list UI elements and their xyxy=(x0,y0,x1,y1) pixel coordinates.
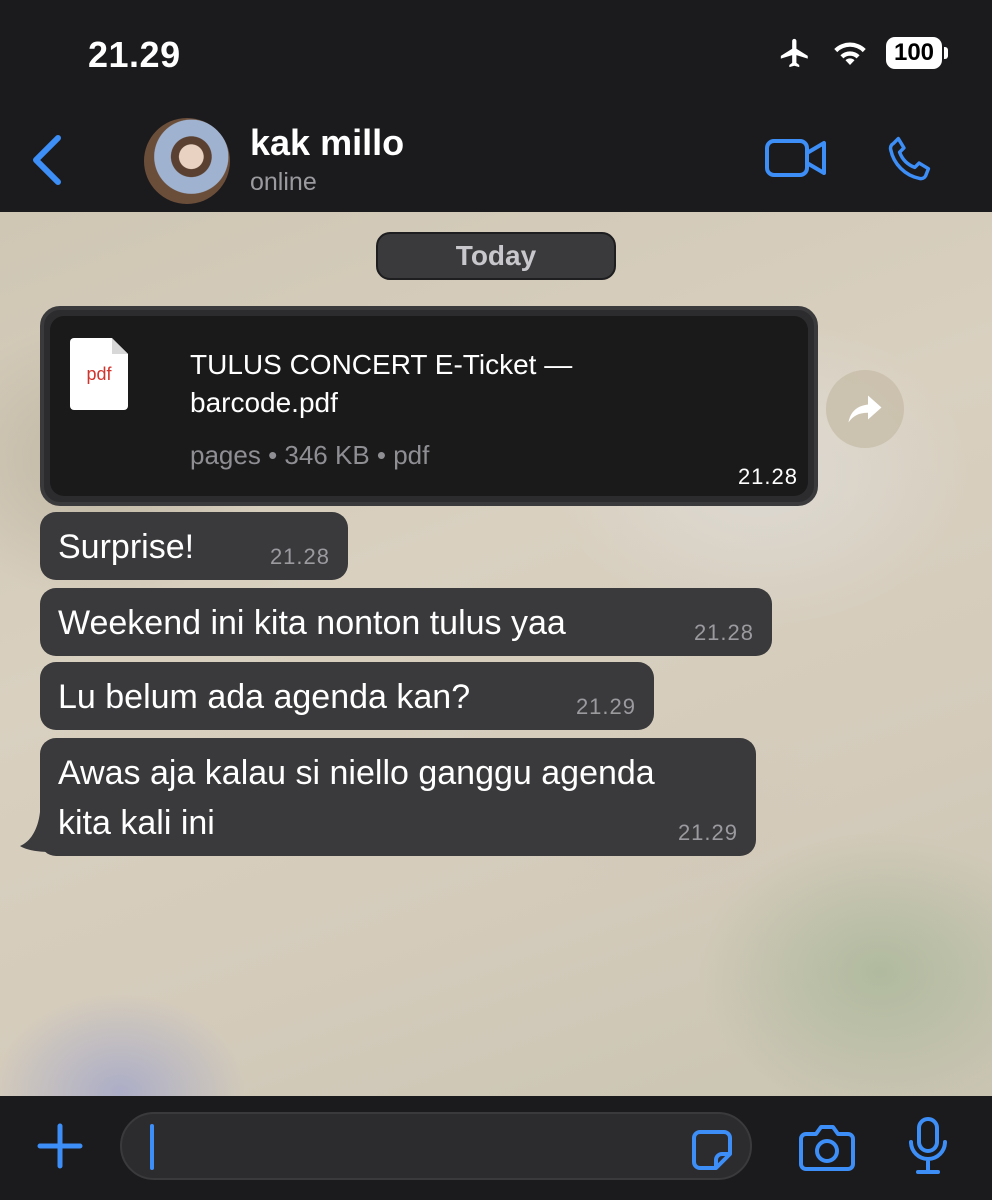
chevron-left-icon[interactable] xyxy=(28,132,68,188)
microphone-icon[interactable] xyxy=(906,1116,950,1176)
message-time: 21.29 xyxy=(677,820,738,845)
avatar[interactable] xyxy=(144,118,230,204)
forward-button[interactable] xyxy=(826,370,904,448)
file-meta: pages • 346 KB • pdf xyxy=(190,440,430,470)
text-cursor xyxy=(150,1124,154,1170)
status-icons: 100 xyxy=(776,36,948,70)
file-message-bubble[interactable]: pdf TULUS CONCERT E-Ticket — barcode.pdf… xyxy=(40,306,818,506)
message-text: Weekend ini kita nonton tulus yaa xyxy=(58,604,566,642)
file-name-line1: TULUS CONCERT E-Ticket — xyxy=(190,349,573,380)
plus-icon[interactable] xyxy=(36,1122,84,1170)
message-text-line1: Awas aja kalau si niello ganggu agenda xyxy=(58,754,655,792)
message-bubble[interactable]: Surprise! 21.28 xyxy=(40,512,348,580)
chat-header: kak millo online xyxy=(0,104,992,212)
message-time: 21.28 xyxy=(737,464,798,489)
message-text-line2: kita kali ini xyxy=(58,804,215,842)
airplane-icon xyxy=(780,38,808,68)
camera-icon[interactable] xyxy=(798,1124,856,1172)
chat-area[interactable]: Today pdf TULUS CONCERT E-Ticket — barco… xyxy=(0,212,992,1096)
message-time: 21.29 xyxy=(575,694,636,719)
contact-name[interactable]: kak millo xyxy=(250,122,404,164)
message-bubble[interactable]: Lu belum ada agenda kan? 21.29 xyxy=(40,662,654,730)
status-time: 21.29 xyxy=(88,34,181,75)
date-separator: Today xyxy=(376,232,616,280)
forward-arrow-icon xyxy=(848,395,882,423)
phone-icon[interactable] xyxy=(884,130,936,184)
message-bubble[interactable]: Awas aja kalau si niello ganggu agenda k… xyxy=(40,738,756,856)
message-text: Lu belum ada agenda kan? xyxy=(58,678,471,716)
file-name-line2: barcode.pdf xyxy=(190,387,338,418)
sticker-icon[interactable] xyxy=(690,1128,734,1172)
file-preview[interactable]: pdf TULUS CONCERT E-Ticket — barcode.pdf… xyxy=(50,316,808,496)
message-bubble[interactable]: Weekend ini kita nonton tulus yaa 21.28 xyxy=(40,588,772,656)
pdf-fold-icon xyxy=(112,338,128,354)
message-time: 21.28 xyxy=(693,620,754,645)
video-camera-icon[interactable] xyxy=(764,136,828,180)
file-name: TULUS CONCERT E-Ticket — barcode.pdf xyxy=(190,346,630,422)
message-time: 21.28 xyxy=(269,544,330,569)
wifi-icon xyxy=(834,42,866,65)
status-bar: 21.29 100 xyxy=(0,0,992,104)
message-input[interactable] xyxy=(120,1112,752,1180)
input-bar xyxy=(0,1096,992,1200)
contact-status: online xyxy=(250,168,317,196)
battery-icon: 100 xyxy=(886,37,948,69)
bubble-tail xyxy=(20,812,50,852)
